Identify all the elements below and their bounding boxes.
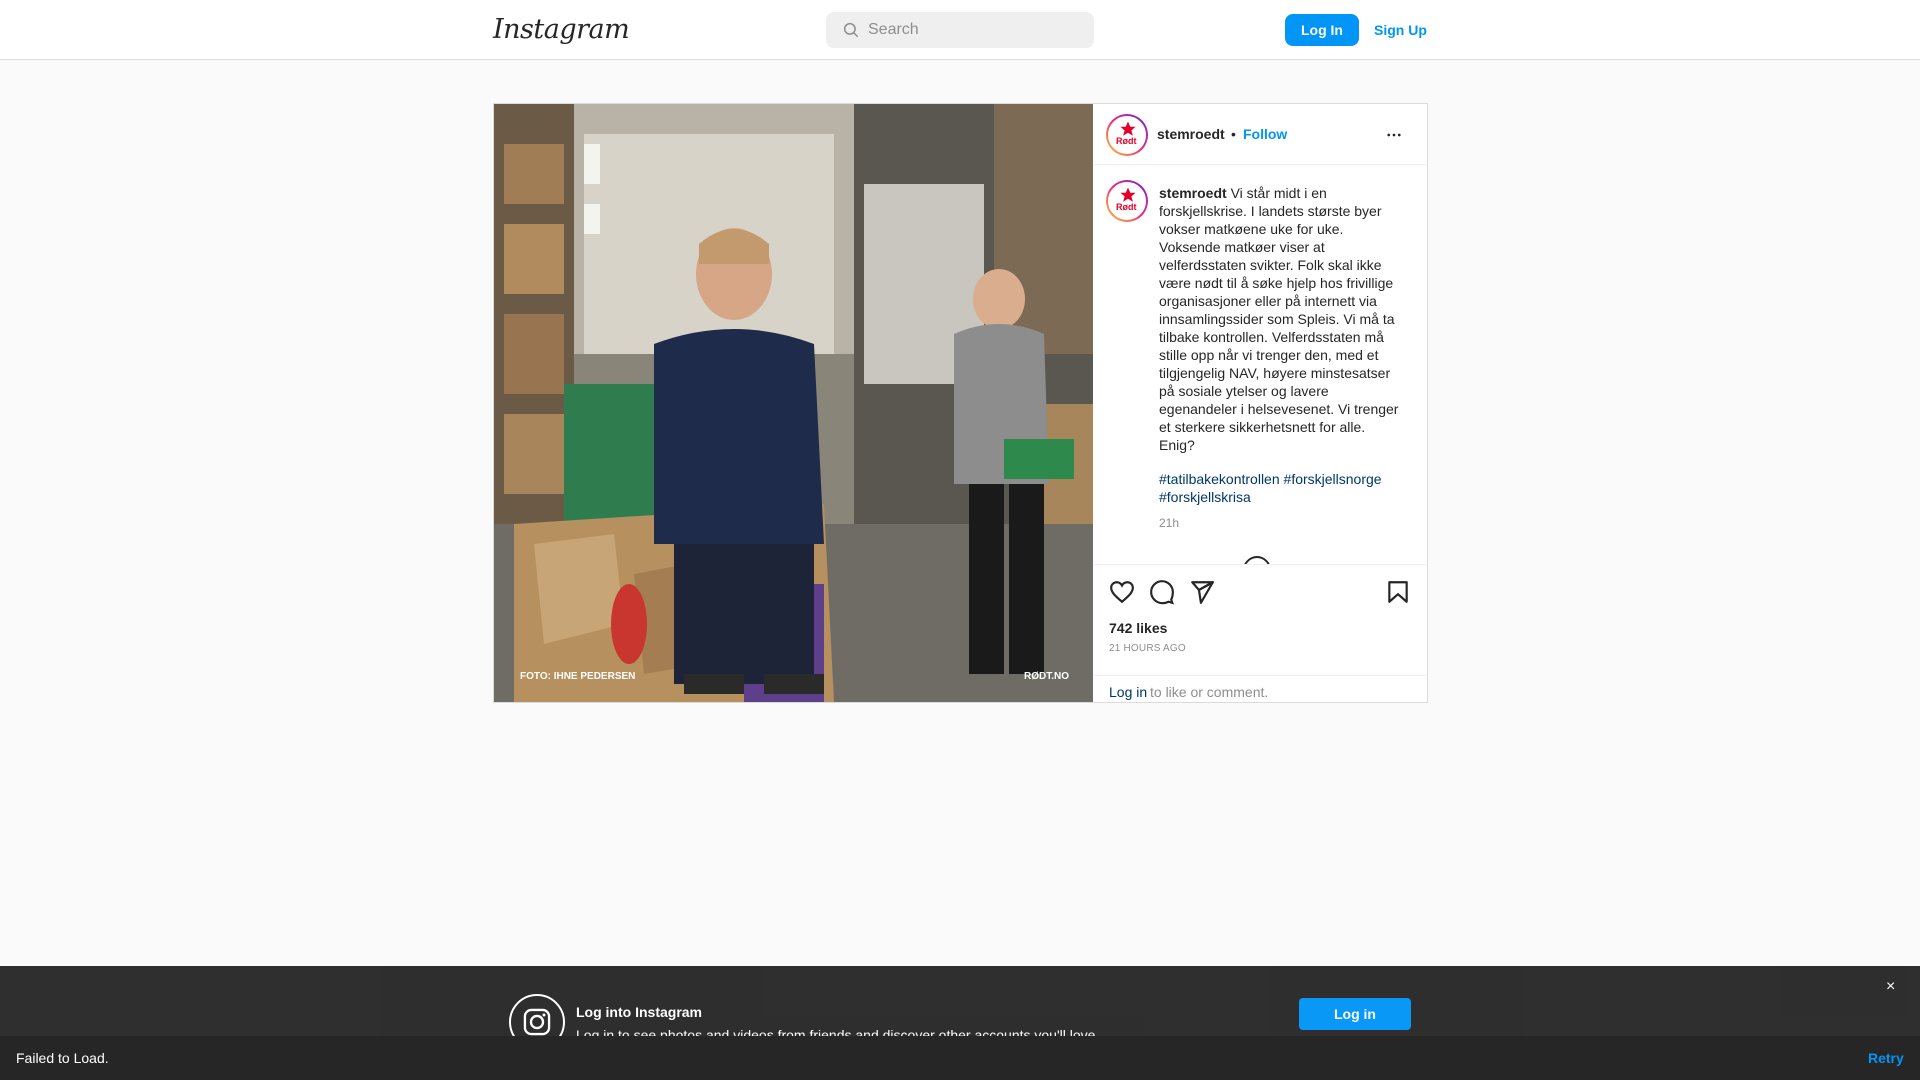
follow-button[interactable]: Follow [1243, 126, 1287, 142]
likes-count[interactable]: 742 likes [1109, 620, 1167, 636]
banner-title: Log into Instagram [576, 1004, 702, 1020]
loading-spinner-icon [1237, 550, 1277, 564]
separator-dot: • [1231, 126, 1236, 142]
post-timestamp[interactable]: 21 HOURS AGO [1109, 643, 1186, 654]
hashtags: #tatilbakekontrollen #forskjellsnorge #f… [1159, 470, 1399, 506]
avatar-text: Rødt [1116, 136, 1137, 146]
bookmark-icon[interactable] [1385, 579, 1411, 605]
share-icon[interactable] [1189, 579, 1215, 605]
avatar-text: Rødt [1116, 202, 1137, 212]
caption-text: Vi står midt i en forskjellskrise. I lan… [1159, 185, 1399, 453]
caption-area: Rødt stemroedt Vi står midt i en forskje… [1093, 166, 1427, 564]
post-header: Rødt stemroedt • Follow [1093, 104, 1427, 165]
photo-credit: FOTO: IHNE PEDERSEN [520, 671, 635, 682]
post-photo[interactable]: FOTO: IHNE PEDERSEN RØDT.NO [494, 104, 1093, 702]
search-box[interactable] [826, 12, 1094, 48]
caption-timestamp[interactable]: 21h [1159, 516, 1179, 530]
avatar[interactable]: Rødt [1106, 114, 1148, 156]
post-sidebar: Rødt stemroedt • Follow Rødt stemroedt V… [1093, 104, 1427, 702]
signup-link[interactable]: Sign Up [1374, 14, 1427, 46]
post-caption: stemroedt Vi står midt i en forskjellskr… [1159, 184, 1399, 454]
login-to-comment: Log in to like or comment. [1093, 675, 1427, 703]
login-banner: Log into Instagram Log in to see photos … [0, 966, 1920, 1050]
search-input[interactable] [868, 12, 1088, 48]
login-prompt-text: to like or comment. [1150, 684, 1269, 700]
top-navigation-bar: Instagram Log In Sign Up [0, 0, 1920, 60]
comment-icon[interactable] [1149, 579, 1175, 605]
post-card: FOTO: IHNE PEDERSEN RØDT.NO Rødt stemroe… [493, 103, 1428, 703]
heart-icon[interactable] [1109, 579, 1135, 605]
photo-brand: RØDT.NO [1024, 671, 1069, 682]
more-options-icon[interactable] [1383, 126, 1405, 144]
banner-login-button[interactable]: Log in [1299, 998, 1411, 1030]
post-actions: 742 likes 21 HOURS AGO Log in to like or… [1093, 564, 1427, 702]
post-username[interactable]: stemroedt [1157, 126, 1225, 142]
instagram-logo[interactable]: Instagram [493, 14, 630, 45]
hashtag-link[interactable]: #tatilbakekontrollen [1159, 471, 1280, 487]
close-icon[interactable]: × [1886, 978, 1895, 996]
error-toast: Failed to Load. Retry [0, 1036, 1920, 1080]
hashtag-link[interactable]: #forskjellsnorge [1284, 471, 1382, 487]
retry-button[interactable]: Retry [1868, 1050, 1904, 1066]
caption-username[interactable]: stemroedt [1159, 185, 1227, 201]
search-icon [843, 22, 859, 38]
login-link[interactable]: Log in [1109, 684, 1147, 700]
caption-avatar[interactable]: Rødt [1106, 180, 1148, 222]
hashtag-link[interactable]: #forskjellskrisa [1159, 489, 1251, 505]
login-button[interactable]: Log In [1285, 14, 1359, 46]
post-photo-illustration: FOTO: IHNE PEDERSEN RØDT.NO [494, 104, 1093, 702]
toast-message: Failed to Load. [16, 1050, 109, 1066]
